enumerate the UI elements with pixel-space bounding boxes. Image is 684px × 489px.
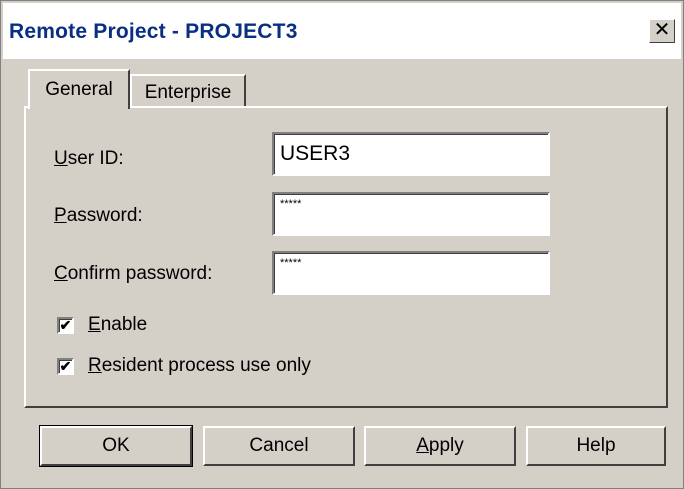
cancel-button-label: Cancel: [249, 435, 309, 456]
password-input[interactable]: [274, 194, 548, 214]
password-label-mnemonic: P: [54, 205, 67, 226]
window-title: Remote Project - PROJECT3: [9, 20, 298, 43]
user-id-label: User ID:: [54, 148, 124, 170]
close-button[interactable]: ✕: [649, 19, 675, 43]
resident-process-checkbox[interactable]: ✔: [57, 358, 74, 375]
check-icon: ✔: [59, 358, 72, 374]
help-button-label: Help: [576, 435, 616, 456]
tab-enterprise-label: Enterprise: [144, 82, 232, 103]
resident-process-label-mnemonic: R: [88, 355, 102, 376]
apply-button[interactable]: Apply: [364, 426, 516, 466]
enable-checkbox[interactable]: ✔: [57, 317, 74, 334]
confirm-password-label-mnemonic: C: [54, 263, 68, 284]
ok-button-label: OK: [102, 435, 130, 456]
user-id-input[interactable]: [274, 134, 548, 174]
user-id-label-mnemonic: U: [54, 148, 68, 169]
user-id-label-rest: ser ID:: [67, 148, 124, 169]
tab-general-label: General: [45, 79, 113, 100]
apply-button-mnemonic: A: [416, 435, 429, 456]
confirm-password-label: Confirm password:: [54, 263, 212, 285]
tab-enterprise[interactable]: Enterprise: [130, 74, 246, 107]
enable-label-mnemonic: E: [88, 314, 101, 335]
password-label-rest: assword:: [66, 205, 143, 226]
title-bar[interactable]: Remote Project - PROJECT3 ✕: [3, 3, 681, 59]
password-label: Password:: [54, 205, 143, 227]
resident-process-label[interactable]: Resident process use only: [88, 355, 311, 377]
confirm-password-input[interactable]: [274, 253, 548, 273]
help-button[interactable]: Help: [526, 426, 666, 466]
check-icon: ✔: [59, 317, 72, 333]
password-field[interactable]: [272, 192, 550, 236]
confirm-password-field[interactable]: [272, 251, 550, 295]
user-id-field[interactable]: [272, 132, 550, 176]
ok-button[interactable]: OK: [39, 425, 193, 467]
cancel-button[interactable]: Cancel: [203, 426, 355, 466]
resident-process-label-rest: esident process use only: [101, 355, 311, 376]
enable-label[interactable]: Enable: [88, 314, 147, 336]
dialog-window: Remote Project - PROJECT3 ✕ General Ente…: [0, 0, 684, 489]
confirm-password-label-rest: onfirm password:: [67, 263, 213, 284]
close-icon: ✕: [653, 19, 671, 41]
enable-label-rest: nable: [100, 314, 148, 335]
apply-button-label-rest: pply: [428, 435, 464, 456]
tab-general[interactable]: General: [28, 69, 130, 109]
